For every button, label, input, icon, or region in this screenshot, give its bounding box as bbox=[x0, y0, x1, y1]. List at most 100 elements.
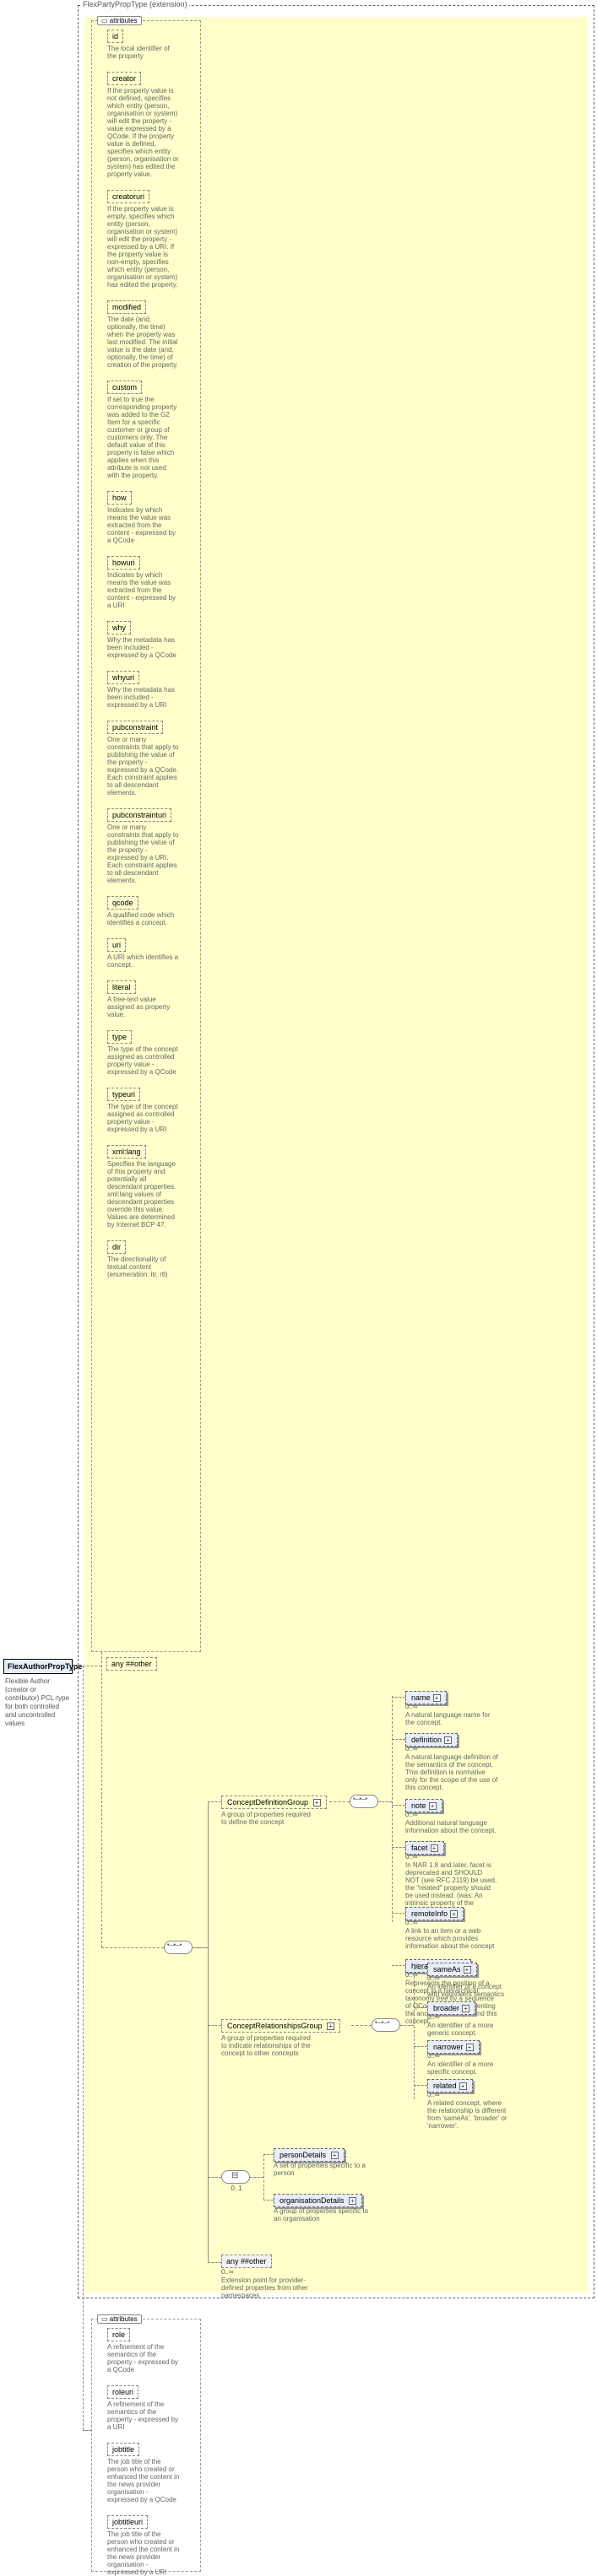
element-label: personDetails bbox=[280, 2151, 326, 2159]
element-desc: An identifier of a more generic concept. bbox=[427, 2022, 508, 2037]
attribute-desc: The type of the concept assigned as cont… bbox=[107, 1103, 180, 1133]
sequence-compositor-def bbox=[350, 1795, 378, 1808]
expand-icon[interactable]: + bbox=[462, 2005, 469, 2012]
attribute-node: jobtitle The job title of the person who … bbox=[107, 2443, 197, 2503]
attribute-pubconstrainturi: pubconstrainturi bbox=[107, 808, 171, 822]
element-desc: A related concept, where the relationshi… bbox=[427, 2099, 508, 2130]
attribute-jobtitleuri: jobtitleuri bbox=[107, 2515, 148, 2529]
attribute-desc: Indicates by which means the value was e… bbox=[107, 506, 180, 544]
attribute-uri: uri bbox=[107, 938, 126, 952]
attribute-node: qcodeA qualified code which identifies a… bbox=[107, 896, 197, 926]
attributes-frame-bottom: ▭ attributes roleA refinement of the sem… bbox=[91, 2319, 201, 2572]
attribute-desc: The type of the concept assigned as cont… bbox=[107, 1045, 180, 1076]
attribute-node: idThe local identifier of the property bbox=[107, 30, 197, 60]
attribute-desc: The directionality of textual content (e… bbox=[107, 1256, 180, 1278]
attribute-node: modifiedThe date (and, optionally, the t… bbox=[107, 300, 197, 369]
attribute-pubconstraint: pubconstraint bbox=[107, 721, 163, 734]
attribute-node: whyWhy the metadata has been included - … bbox=[107, 621, 197, 659]
concept-definition-group-desc: A group of properties required to define… bbox=[221, 1811, 312, 1826]
element-label: note bbox=[411, 1801, 426, 1810]
attributes-frame-top: ▭ attributes idThe local identifier of t… bbox=[91, 20, 201, 1652]
attribute-node: pubconstrainturi One or many constraints … bbox=[107, 808, 197, 884]
occurrence: 0..∞ bbox=[221, 2268, 234, 2276]
element-label: facet bbox=[411, 1844, 428, 1852]
attribute-node: literal A free-text value assigned as pro… bbox=[107, 980, 197, 1018]
connector bbox=[414, 2007, 427, 2008]
expand-icon[interactable]: + bbox=[444, 1736, 452, 1744]
occurrence: 0..∞ bbox=[427, 2091, 440, 2098]
attribute-desc: A URI which identifies a concept. bbox=[107, 953, 180, 969]
concept-definition-group: ConceptDefinitionGroup + bbox=[221, 1796, 327, 1809]
organisation-details-desc: A group of properties specific to an org… bbox=[274, 2207, 375, 2222]
attribute-why: why bbox=[107, 621, 131, 635]
attribute-qcode: qcode bbox=[107, 896, 138, 910]
attribute-node: typeuri The type of the concept assigned … bbox=[107, 1088, 197, 1133]
connector bbox=[414, 2085, 427, 2086]
attribute-desc: The job title of the person who created … bbox=[107, 2458, 180, 2503]
attributes-label: attributes bbox=[110, 17, 138, 24]
attribute-desc: One or many constraints that apply to pu… bbox=[107, 824, 180, 884]
attribute-desc: Specifies the language of this property … bbox=[107, 1160, 180, 1229]
attribute-modified: modified bbox=[107, 300, 146, 314]
attribute-typeuri: typeuri bbox=[107, 1088, 140, 1101]
expand-icon[interactable]: + bbox=[327, 2022, 334, 2030]
attribute-jobtitle: jobtitle bbox=[107, 2443, 139, 2456]
element-desc: A link to an item or a web resource whic… bbox=[405, 1927, 498, 1950]
attribute-node: dir The directionality of textual content… bbox=[107, 1240, 197, 1278]
attributes-label: attributes bbox=[110, 2315, 138, 2323]
any-other-element-bottom: any ##other bbox=[221, 2255, 272, 2268]
attribute-node: howuriIndicates by which means the value… bbox=[107, 556, 197, 609]
attribute-node: uriA URI which identifies a concept. bbox=[107, 938, 197, 969]
connector bbox=[83, 2430, 91, 2431]
attribute-literal: literal bbox=[107, 980, 136, 994]
expand-icon[interactable]: + bbox=[431, 1844, 438, 1852]
attribute-node: roleA refinement of the semantics of the… bbox=[107, 2328, 197, 2373]
attributes-open-icon: ▭ bbox=[101, 2315, 108, 2323]
attribute-desc: If the property value is not defined, sp… bbox=[107, 87, 180, 178]
attribute-desc: If set to true the corresponding propert… bbox=[107, 396, 180, 479]
attribute-desc: A refinement of the semantics of the pro… bbox=[107, 2343, 180, 2373]
expand-icon[interactable]: + bbox=[331, 2152, 339, 2159]
connector bbox=[329, 1801, 350, 1802]
any-other-desc: Extension point for provider-defined pro… bbox=[221, 2276, 314, 2299]
expand-icon[interactable]: + bbox=[459, 2082, 467, 2090]
expand-icon[interactable]: + bbox=[349, 2197, 356, 2205]
connector bbox=[414, 2046, 427, 2047]
connector bbox=[351, 2025, 372, 2026]
occurrence: 0..∞ bbox=[405, 1811, 418, 1818]
connector bbox=[392, 1805, 405, 1806]
sequence-compositor-main bbox=[164, 1941, 193, 1954]
organisation-details-element: organisationDetails + bbox=[274, 2194, 362, 2207]
attribute-dir: dir bbox=[107, 1240, 126, 1254]
sequence-compositor-rel bbox=[372, 2018, 400, 2032]
attributes-header: ▭ attributes bbox=[97, 2314, 142, 2324]
choice-compositor: 0..1 bbox=[221, 2170, 250, 2184]
connector bbox=[208, 1801, 221, 1802]
expand-icon[interactable]: + bbox=[450, 1910, 458, 1918]
attribute-desc: The local identifier of the property bbox=[107, 45, 180, 60]
expand-icon[interactable]: + bbox=[433, 1694, 441, 1702]
element-label: remoteInfo bbox=[411, 1909, 448, 1918]
extension-title: FlexPartyPropType (extension) bbox=[81, 0, 189, 8]
element-label: definition bbox=[411, 1736, 442, 1744]
expand-icon[interactable]: + bbox=[464, 1966, 471, 1974]
expand-icon[interactable]: + bbox=[466, 2044, 474, 2051]
element-desc: An identifier of a more specific concept… bbox=[427, 2060, 508, 2076]
expand-icon[interactable]: + bbox=[429, 1802, 437, 1810]
expand-icon[interactable]: + bbox=[313, 1799, 321, 1806]
attribute-desc: A free-text value assigned as property v… bbox=[107, 996, 180, 1018]
concept-relationships-group-desc: A group of properties required to indica… bbox=[221, 2034, 312, 2057]
attribute-node: roleuriA refinement of the semantics of … bbox=[107, 2385, 197, 2431]
connector bbox=[392, 1965, 405, 1966]
attribute-desc: Indicates by which means the value was e… bbox=[107, 571, 180, 609]
element-label: broader bbox=[433, 2004, 459, 2012]
connector bbox=[208, 2025, 221, 2026]
attribute-node: customIf set to true the corresponding p… bbox=[107, 381, 197, 479]
group-label: ConceptRelationshipsGroup bbox=[227, 2022, 323, 2030]
any-label: any ##other bbox=[226, 2257, 267, 2265]
attribute-desc: The job title of the person who created … bbox=[107, 2530, 180, 2576]
attribute-desc: Why the metadata has been included - exp… bbox=[107, 686, 180, 709]
person-details-desc: A set of properties specific to a person bbox=[274, 2162, 366, 2177]
attribute-node: jobtitleuriThe job title of the person w… bbox=[107, 2515, 197, 2576]
connector bbox=[263, 2154, 274, 2155]
